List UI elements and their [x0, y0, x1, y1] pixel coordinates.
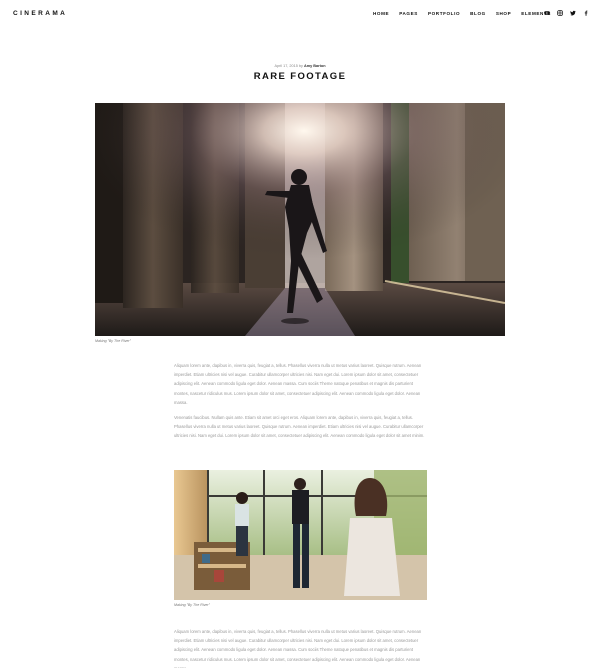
behind-the-scenes-image — [174, 470, 427, 600]
twitter-icon[interactable] — [570, 10, 576, 16]
post-paragraph-3: Aliquam lorem ante, dapibus in, viverra … — [174, 629, 422, 668]
facebook-icon[interactable] — [583, 10, 589, 16]
post-by: by — [298, 64, 303, 68]
youtube-icon[interactable] — [544, 10, 550, 16]
main-nav: HOME PAGES PORTFOLIO BLOG SHOP ELEMENTS — [373, 11, 551, 16]
post-meta: April 17, 2015 by Amy Barton — [0, 64, 600, 68]
nav-item-home[interactable]: HOME — [373, 11, 389, 16]
social-links — [544, 10, 589, 16]
hero-image — [95, 103, 505, 336]
post-date[interactable]: April 17, 2015 — [274, 64, 297, 68]
hero-caption: Making "By The River" — [95, 339, 131, 343]
instagram-icon[interactable] — [557, 10, 563, 16]
site-header: CINERAMA HOME PAGES PORTFOLIO BLOG SHOP … — [0, 0, 600, 30]
post-paragraph-2: Venenatis faucibus. Nullam quis ante. Et… — [174, 415, 425, 439]
post-paragraph-1: Aliquam lorem ante, dapibus in, viverra … — [174, 363, 422, 405]
nav-item-pages[interactable]: PAGES — [399, 11, 418, 16]
nav-item-portfolio[interactable]: PORTFOLIO — [428, 11, 460, 16]
post-title: RARE FOOTAGE — [253, 71, 347, 82]
post-author[interactable]: Amy Barton — [304, 64, 326, 68]
nav-item-blog[interactable]: BLOG — [470, 11, 486, 16]
nav-item-shop[interactable]: SHOP — [496, 11, 511, 16]
site-logo[interactable]: CINERAMA — [13, 10, 67, 17]
image2-caption: Making "By The River" — [174, 603, 210, 607]
